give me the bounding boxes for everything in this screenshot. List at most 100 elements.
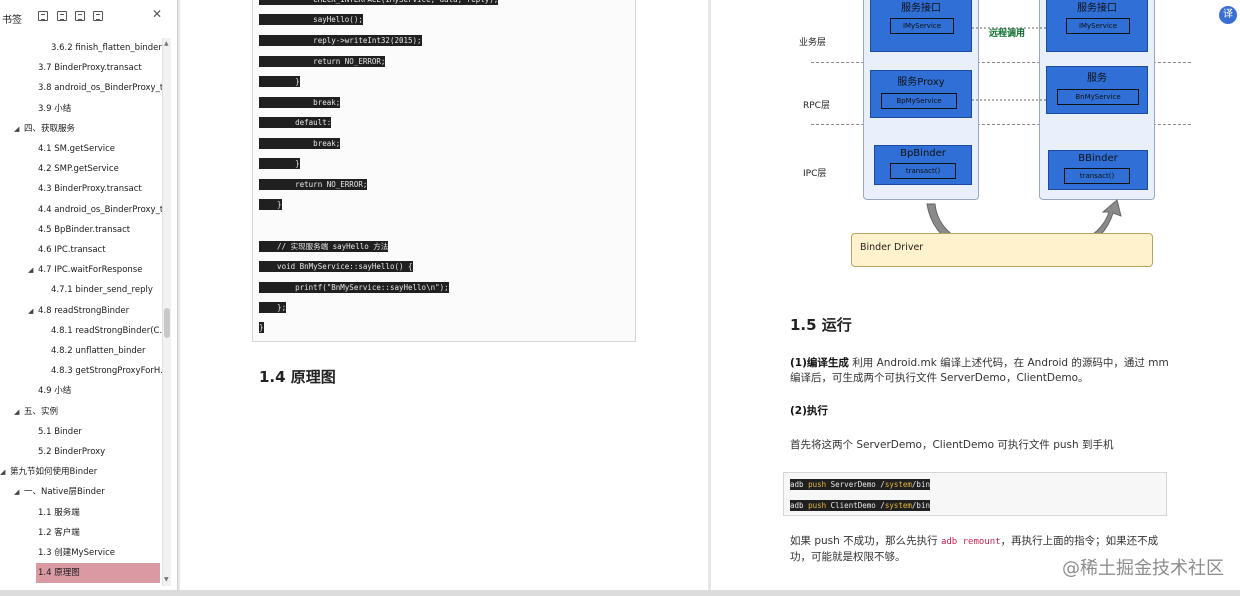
- code-line: }: [259, 199, 282, 210]
- bookmark-item[interactable]: 4.8.3 getStrongProxyForH...: [0, 361, 162, 381]
- expand-toggle-icon[interactable]: ◢: [14, 402, 19, 422]
- code-line: sayHello();: [259, 14, 363, 25]
- bookmark-label: 1.3 创建MyService: [38, 548, 115, 558]
- paragraph-push: 首先将这两个 ServerDemo，ClientDemo 可执行文件 push …: [790, 439, 1114, 451]
- bookmark-item[interactable]: ◢ 4.8 readStrongBinder: [0, 301, 162, 321]
- bookmark-options-icon[interactable]: [93, 11, 103, 21]
- expand-toggle-icon[interactable]: ◢: [28, 301, 33, 321]
- bookmark-label: 四、获取服务: [24, 123, 76, 134]
- code-line: };: [259, 302, 287, 313]
- command-line: adb push ServerDemo /system/bin: [790, 479, 930, 490]
- bottom-scrollbar[interactable]: [0, 590, 1240, 596]
- command-token: /bin: [911, 501, 930, 510]
- expand-toggle-icon[interactable]: ◢: [0, 462, 5, 482]
- bookmark-label: 1.2 客户端: [38, 527, 80, 538]
- command-line: adb push ClientDemo /system/bin: [790, 500, 930, 511]
- code-line: }: [259, 158, 300, 169]
- run-title: (2)执行: [790, 405, 828, 417]
- bookmark-label: 4.8.3 getStrongProxyForH...: [51, 366, 162, 377]
- code-block: CHECK_INTERFACE(IMyService, data, reply)…: [252, 0, 636, 342]
- bookmark-item[interactable]: ◢ 第九节如何使用Binder: [0, 462, 162, 482]
- expand-toggle-icon[interactable]: ◢: [14, 119, 19, 139]
- remount-inline-code: adb remount: [940, 537, 1001, 547]
- command-token: push: [808, 480, 827, 489]
- page-left: CHECK_INTERFACE(IMyService, data, reply)…: [180, 0, 708, 590]
- collapse-all-icon[interactable]: [57, 11, 67, 21]
- bookmark-label: 4.4 android_os_BinderProxy_t...: [38, 204, 162, 215]
- bookmark-item[interactable]: 1.4 原理图: [36, 563, 160, 584]
- command-token: ServerDemo /: [826, 480, 885, 489]
- sidebar-scrollbar[interactable]: ▲ ▼: [162, 38, 171, 586]
- translate-icon[interactable]: 译: [1219, 6, 1237, 24]
- bookmark-label: 五、实例: [24, 406, 59, 417]
- bookmark-item[interactable]: ◢ 一、Native层Binder: [0, 482, 162, 502]
- bookmark-item[interactable]: 4.6 IPC.transact: [0, 240, 162, 260]
- bookmark-label: 4.7.1 binder_send_reply: [51, 285, 153, 296]
- bookmark-item[interactable]: ◢ 五、实例: [0, 402, 162, 422]
- bookmark-label: 4.9 小结: [38, 386, 72, 397]
- bookmark-item[interactable]: 4.9 小结: [0, 381, 162, 401]
- scroll-up-icon[interactable]: ▲: [164, 40, 169, 47]
- code-line: printf("BnMyService::sayHello\n");: [259, 282, 449, 293]
- expand-toggle-icon[interactable]: ◢: [28, 260, 33, 280]
- bookmark-item[interactable]: 4.1 SM.getService: [0, 139, 162, 159]
- bookmark-item[interactable]: 4.2 SMP.getService: [0, 159, 162, 179]
- command-token: system: [884, 501, 912, 510]
- bookmark-label: 3.9 小结: [38, 103, 72, 114]
- bookmark-item[interactable]: 4.8.1 readStrongBinder(C...: [0, 321, 162, 341]
- command-token: ClientDemo /: [826, 501, 885, 510]
- bookmark-list: 3.6.2 finish_flatten_binder 3.7 BinderPro…: [0, 38, 162, 586]
- bookmark-label: 3.8 android_os_BinderProxy_t...: [38, 83, 162, 94]
- bookmark-item[interactable]: 1.2 客户端: [0, 523, 162, 543]
- bookmark-label: 1.1 服务端: [38, 507, 80, 518]
- scrollbar-thumb[interactable]: [164, 308, 170, 338]
- bookmark-label: 4.3 BinderProxy.transact: [38, 184, 142, 195]
- bookmark-item[interactable]: 4.5 BpBinder.transact: [0, 220, 162, 240]
- bookmark-item[interactable]: 1.3 创建MyService: [0, 543, 162, 563]
- bookmark-label: 第九节如何使用Binder: [10, 467, 98, 478]
- bookmark-item[interactable]: 4.8.2 unflatten_binder: [0, 341, 162, 361]
- expand-toggle-icon[interactable]: ◢: [14, 482, 19, 502]
- bookmark-item[interactable]: 3.8 android_os_BinderProxy_t...: [0, 78, 162, 98]
- expand-all-icon[interactable]: [38, 11, 48, 21]
- bookmark-item[interactable]: 5.2 BinderProxy: [0, 442, 162, 462]
- code-line: void BnMyService::sayHello() {: [259, 261, 413, 272]
- bookmark-item[interactable]: 3.6.2 finish_flatten_binder: [0, 38, 162, 58]
- command-token: push: [808, 501, 827, 510]
- code-line: break;: [259, 97, 341, 108]
- remount-text-pre: 如果 push 不成功，那么先执行: [790, 535, 941, 547]
- code-line: return NO_ERROR;: [259, 179, 368, 190]
- bookmark-label: 4.5 BpBinder.transact: [38, 224, 131, 235]
- code-line: // 实现服务端 sayHello 方法: [259, 241, 389, 252]
- bookmark-item[interactable]: 3.7 BinderProxy.transact: [0, 58, 162, 78]
- bookmark-label: 4.8.1 readStrongBinder(C...: [51, 325, 162, 336]
- command-token: /bin: [911, 480, 930, 489]
- bookmark-item[interactable]: 4.3 BinderProxy.transact: [0, 179, 162, 199]
- bookmark-label: 4.8 readStrongBinder: [38, 305, 130, 316]
- code-line: reply->writeInt32(2015);: [259, 35, 422, 46]
- scroll-down-icon[interactable]: ▼: [164, 576, 169, 583]
- command-block: adb push ServerDemo /system/bin adb push …: [783, 472, 1167, 516]
- sidebar-title: 书签: [2, 15, 22, 26]
- code-line: CHECK_INTERFACE(IMyService, data, reply)…: [259, 0, 499, 5]
- bookmark-item[interactable]: 4.7.1 binder_send_reply: [0, 280, 162, 300]
- bookmark-label: 4.1 SM.getService: [38, 144, 116, 154]
- close-icon[interactable]: ✕: [152, 8, 162, 20]
- code-line: default:: [259, 117, 332, 128]
- bookmark-item[interactable]: 3.9 小结: [0, 99, 162, 119]
- bookmark-item[interactable]: ◢ 四、获取服务: [0, 119, 162, 139]
- command-token: adb: [790, 480, 809, 489]
- bookmark-label: 4.8.2 unflatten_binder: [51, 346, 146, 356]
- bookmark-label: 4.6 IPC.transact: [38, 245, 106, 255]
- bookmark-item[interactable]: 4.4 android_os_BinderProxy_t...: [0, 200, 162, 220]
- bookmark-item[interactable]: 1.1 服务端: [0, 503, 162, 523]
- code-line: return NO_ERROR;: [259, 56, 386, 67]
- bookmark-label: 3.7 BinderProxy.transact: [38, 63, 142, 74]
- bookmark-label: 4.7 IPC.waitForResponse: [38, 265, 143, 276]
- bookmark-item[interactable]: 5.1 Binder: [0, 422, 162, 442]
- bookmark-label: 5.2 BinderProxy: [38, 447, 106, 457]
- sidebar-header: 书签 ✕: [0, 0, 178, 34]
- add-bookmark-icon[interactable]: [75, 11, 85, 21]
- command-token: adb: [790, 501, 809, 510]
- bookmark-item[interactable]: ◢ 4.7 IPC.waitForResponse: [0, 260, 162, 280]
